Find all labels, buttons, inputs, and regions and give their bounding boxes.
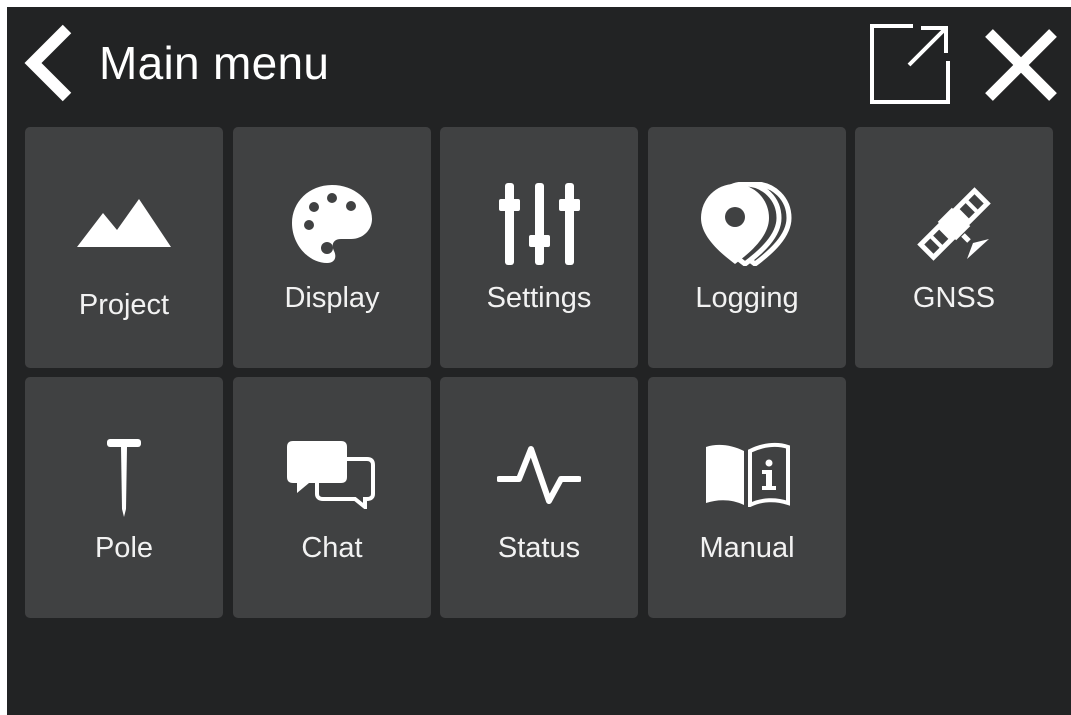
main-menu-screen: Main menu Project Display Settings Loggi… xyxy=(7,7,1071,715)
menu-tile-pole[interactable]: Pole xyxy=(25,377,223,618)
menu-tile-status[interactable]: Status xyxy=(440,377,638,618)
chat-bubbles-icon xyxy=(287,441,375,509)
page-title: Main menu xyxy=(99,37,330,89)
external-window-icon xyxy=(870,24,950,104)
menu-tile-label: Chat xyxy=(301,532,363,564)
menu-tile-chat[interactable]: Chat xyxy=(233,377,431,618)
menu-tile-label: Pole xyxy=(94,532,154,564)
menu-tile-label: GNSS xyxy=(912,282,996,314)
menu-tile-label: Settings xyxy=(486,282,592,314)
menu-tile-display[interactable]: Display xyxy=(233,127,431,368)
menu-tile-label: Logging xyxy=(695,282,799,314)
pulse-icon xyxy=(497,446,581,504)
menu-tile-logging[interactable]: Logging xyxy=(648,127,846,368)
satellite-icon xyxy=(917,187,991,261)
manual-book-icon xyxy=(706,442,790,507)
close-button[interactable] xyxy=(981,25,1061,105)
header-bar: Main menu xyxy=(7,7,1071,119)
menu-tile-settings[interactable]: Settings xyxy=(440,127,638,368)
location-pins-icon xyxy=(701,182,792,266)
back-button[interactable] xyxy=(21,21,81,105)
close-icon xyxy=(985,29,1057,101)
chevron-left-icon xyxy=(24,24,72,102)
menu-tile-manual[interactable]: Manual xyxy=(648,377,846,618)
sliders-icon xyxy=(499,183,580,265)
menu-tile-label: Project xyxy=(78,289,170,321)
survey-pole-icon xyxy=(107,439,141,517)
palette-icon xyxy=(292,185,372,263)
popout-button[interactable] xyxy=(869,23,951,105)
menu-tile-gnss[interactable]: GNSS xyxy=(855,127,1053,368)
menu-tile-label: Manual xyxy=(699,532,795,564)
mountains-icon xyxy=(77,199,171,247)
menu-tile-label: Status xyxy=(497,532,581,564)
menu-tile-project[interactable]: Project xyxy=(25,127,223,368)
menu-tile-label: Display xyxy=(284,282,380,314)
